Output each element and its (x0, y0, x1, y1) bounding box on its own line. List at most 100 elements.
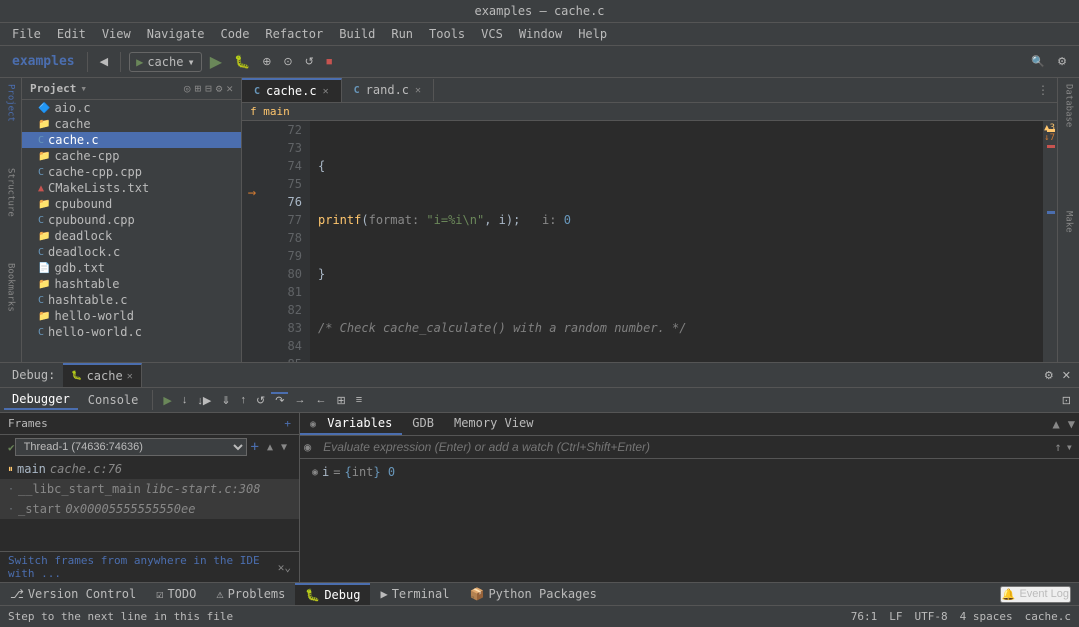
debug-close-icon[interactable]: ✕ (127, 371, 133, 382)
variables-tab[interactable]: ◉ Variables (300, 413, 402, 435)
switch-frames-text[interactable]: Switch frames from anywhere in the IDE w… (8, 554, 274, 580)
frame-main[interactable]: ⏸ main cache.c:76 (0, 459, 299, 479)
menu-navigate[interactable]: Navigate (141, 25, 211, 43)
project-label[interactable]: examples (8, 52, 79, 71)
tree-item-cpubound-cpp[interactable]: C cpubound.cpp (22, 212, 241, 228)
watch-input[interactable] (315, 436, 1052, 458)
step-over-down-btn[interactable]: ↓ (178, 392, 192, 408)
debugger-tab[interactable]: Debugger (4, 390, 78, 410)
tree-item-deadlock-c[interactable]: C deadlock.c (22, 244, 241, 260)
back-button[interactable]: ◀ (96, 53, 112, 70)
gear-icon[interactable]: ⚙ (216, 82, 223, 95)
debug-cache-tab[interactable]: 🐛 cache ✕ (63, 363, 141, 387)
close-tab-icon2[interactable]: ✕ (415, 85, 421, 96)
settings-button[interactable]: ⚙ (1053, 53, 1071, 70)
force-step-into-btn[interactable]: ⇓ (217, 392, 234, 409)
menu-view[interactable]: View (96, 25, 137, 43)
scroll-up-icon[interactable]: ▲ (263, 441, 277, 454)
bottom-tab-terminal[interactable]: ▶ Terminal (370, 584, 459, 604)
scroll-down-icon[interactable]: ▼ (277, 441, 291, 454)
status-indent[interactable]: 4 spaces (960, 610, 1013, 623)
bookmarks-icon[interactable]: Bookmarks (4, 261, 18, 314)
frames-btn[interactable]: ⊞ (332, 392, 349, 409)
profile-button[interactable]: ⊙ (279, 53, 296, 70)
structure-icon[interactable]: Structure (4, 166, 18, 219)
watch-options-icon[interactable]: ▾ (1064, 438, 1075, 456)
restart-btn[interactable]: ↺ (252, 392, 269, 409)
tree-item-deadlock[interactable]: 📁 deadlock (22, 228, 241, 244)
step-out-btn[interactable]: ↑ (237, 392, 251, 408)
menu-edit[interactable]: Edit (51, 25, 92, 43)
hide-icon[interactable]: ✕ (226, 82, 233, 95)
make-icon[interactable]: Make (1062, 209, 1076, 235)
gdb-tab[interactable]: GDB (402, 413, 444, 435)
frame-libc[interactable]: · __libc_start_main libc-start.c:308 (0, 479, 299, 499)
code-editor[interactable]: → 72 73 74 75 76 77 78 (242, 121, 1057, 362)
frame-start[interactable]: · _start 0x00005555555550ee (0, 499, 299, 519)
menu-build[interactable]: Build (333, 25, 381, 43)
project-icon[interactable]: Project (4, 82, 18, 124)
tree-item-hashtable[interactable]: 📁 hashtable (22, 276, 241, 292)
database-icon[interactable]: Database (1062, 82, 1076, 129)
status-position[interactable]: 76:1 (851, 610, 878, 623)
debug-button[interactable]: 🐛 (230, 52, 254, 72)
tree-item-cache[interactable]: 📁 cache (22, 116, 241, 132)
menu-refactor[interactable]: Refactor (259, 25, 329, 43)
menu-vcs[interactable]: VCS (475, 25, 509, 43)
locate-icon[interactable]: ◎ (184, 82, 191, 95)
add-watch-btn[interactable]: + (284, 417, 291, 430)
tree-item-hello-world[interactable]: 📁 hello-world (22, 308, 241, 324)
menu-file[interactable]: File (6, 25, 47, 43)
force-run-button[interactable]: ↺ (301, 53, 318, 70)
run-button[interactable]: ▶ (206, 50, 226, 74)
status-file[interactable]: cache.c (1025, 610, 1071, 623)
event-log-button[interactable]: 🔔 Event Log (1000, 586, 1071, 603)
eval-expr-btn[interactable]: ← (311, 392, 330, 408)
cache-run-dropdown[interactable]: ▶ cache ▾ (129, 52, 202, 72)
watch-submit-icon[interactable]: ↑ (1053, 438, 1064, 456)
tree-item-cachec[interactable]: C cache.c (22, 132, 241, 148)
tree-item-hello-world-c[interactable]: C hello-world.c (22, 324, 241, 340)
bottom-tab-problems[interactable]: ⚠ Problems (206, 584, 295, 604)
tabs-more-icon[interactable]: ⋮ (1029, 79, 1057, 101)
var-tab-down-icon[interactable]: ▼ (1064, 413, 1079, 435)
collapse-icon[interactable]: ⊟ (205, 82, 212, 95)
tab-randc[interactable]: C rand.c ✕ (342, 79, 434, 101)
memory-tab[interactable]: Memory View (444, 413, 543, 435)
bottom-tab-python[interactable]: 📦 Python Packages (459, 584, 606, 604)
code-content[interactable]: { printf(format: "i=%i\n", i); i: 0 } /*… (310, 121, 1043, 362)
add-frame-btn[interactable]: + (247, 439, 263, 455)
menu-code[interactable]: Code (215, 25, 256, 43)
coverage-button[interactable]: ⊕ (258, 53, 275, 70)
expand-icon[interactable]: ⊞ (195, 82, 202, 95)
restore-layout-btn[interactable]: ⊡ (1058, 392, 1075, 409)
tree-item-hashtable-c[interactable]: C hashtable.c (22, 292, 241, 308)
bottom-tab-debug[interactable]: 🐛 Debug (295, 583, 370, 605)
bottom-tab-vcs[interactable]: ⎇ Version Control (0, 584, 146, 604)
scroll-corner-icon[interactable]: ⌄ (284, 561, 291, 574)
bottom-tab-todo[interactable]: ☑ TODO (146, 584, 206, 604)
step-over-btn[interactable]: ↷ (271, 392, 288, 409)
menu-tools[interactable]: Tools (423, 25, 471, 43)
tree-item-cachecpp-file[interactable]: C cache-cpp.cpp (22, 164, 241, 180)
resume-btn[interactable]: ▶ (159, 392, 175, 409)
tree-item-cmake[interactable]: ▲ CMakeLists.txt (22, 180, 241, 196)
search-everywhere-button[interactable]: 🔍 (1027, 53, 1049, 70)
close-tab-icon[interactable]: ✕ (323, 86, 329, 97)
thread-select[interactable]: Thread-1 (74636:74636) (15, 438, 247, 456)
menu-run[interactable]: Run (385, 25, 419, 43)
menu-help[interactable]: Help (572, 25, 613, 43)
debug-settings-btn[interactable]: ⚙ (1040, 367, 1058, 384)
status-encoding[interactable]: UTF-8 (915, 610, 948, 623)
settings2-btn[interactable]: ≡ (352, 392, 366, 408)
run-to-cursor-btn[interactable]: → (290, 392, 309, 408)
status-lf[interactable]: LF (889, 610, 902, 623)
console-tab[interactable]: Console (80, 391, 147, 409)
tree-item-aio[interactable]: 🔷 aio.c (22, 100, 241, 116)
tree-item-cachecpp[interactable]: 📁 cache-cpp (22, 148, 241, 164)
menu-window[interactable]: Window (513, 25, 568, 43)
debug-hide-btn[interactable]: ✕ (1058, 367, 1075, 384)
step-into-btn[interactable]: ↓▶ (193, 392, 215, 409)
close-hint-icon[interactable]: ✕ (278, 561, 285, 574)
tree-item-cpubound[interactable]: 📁 cpubound (22, 196, 241, 212)
